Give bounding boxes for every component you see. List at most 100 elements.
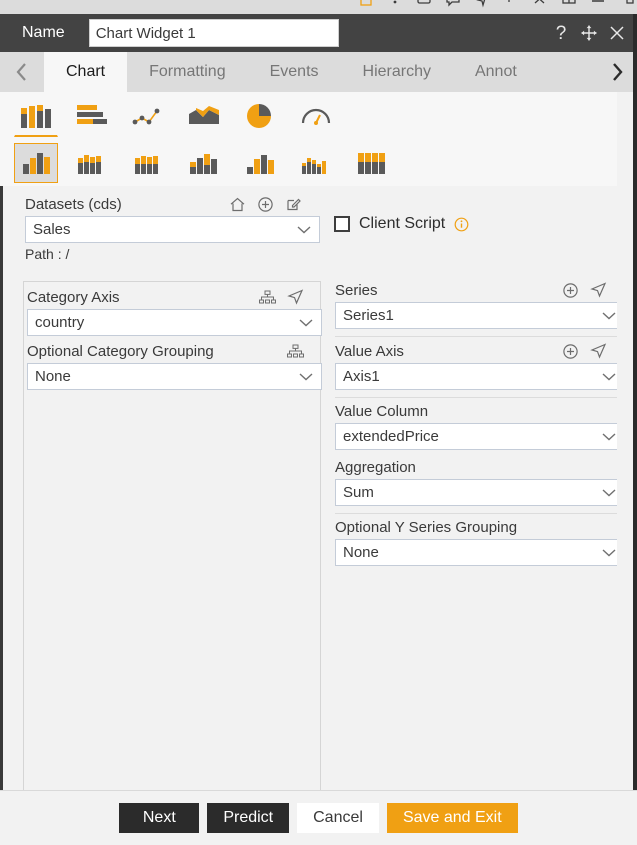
tabs-scroll-right-button[interactable] — [597, 52, 637, 92]
value-axis-select[interactable]: Axis1 — [335, 363, 625, 390]
small-multiples-column-icon[interactable] — [294, 143, 338, 183]
gauge-chart-icon[interactable] — [294, 96, 338, 136]
category-axis-label: Category Axis — [27, 288, 120, 306]
tabs-scroll-left-button[interactable] — [0, 52, 44, 92]
client-script-row: Client Script — [334, 215, 469, 233]
datasets-section: Datasets (cds) Sales Path: / — [3, 186, 327, 262]
tab-events[interactable]: Events — [248, 52, 341, 92]
save-exit-button[interactable]: Save and Exit — [386, 803, 518, 833]
widget-name-input[interactable] — [88, 19, 339, 47]
book-icon[interactable] — [561, 0, 577, 8]
category-axis-value: country — [35, 314, 85, 331]
hierarchy-icon[interactable] — [286, 342, 304, 360]
tab-chart[interactable]: Chart — [44, 52, 128, 92]
panel-icon[interactable] — [619, 0, 635, 8]
datasets-value: Sales — [33, 221, 71, 238]
navigate-icon[interactable] — [589, 342, 607, 360]
plus-circle-icon[interactable] — [561, 281, 579, 299]
scissors-icon[interactable] — [532, 0, 548, 8]
rectangle-icon[interactable] — [416, 0, 432, 8]
series-value: Series1 — [343, 307, 394, 324]
tab-hierarchy[interactable]: Hierarchy — [341, 52, 453, 92]
chevron-down-icon — [602, 488, 616, 497]
datasets-select[interactable]: Sales — [25, 216, 320, 243]
line-scatter-chart-icon[interactable] — [126, 96, 170, 136]
aggregation-select[interactable]: Sum — [335, 479, 625, 506]
datasets-label-row: Datasets (cds) — [25, 195, 320, 213]
image-icon[interactable] — [358, 0, 374, 8]
value-axis-label-row: Value Axis — [335, 342, 625, 360]
dialog-header: Name ? — [0, 14, 637, 52]
help-icon[interactable]: ? — [551, 22, 571, 44]
arrow-cursor-icon[interactable] — [474, 0, 490, 8]
chart-config-body: Datasets (cds) Sales Path: / Category A… — [0, 186, 637, 790]
series-select[interactable]: Series1 — [335, 302, 625, 329]
info-icon[interactable] — [454, 217, 469, 232]
mixed-column-icon[interactable] — [238, 143, 282, 183]
value-column-select[interactable]: extendedPrice — [335, 423, 625, 450]
chevron-down-icon — [602, 372, 616, 381]
full-stacked-column-icon[interactable] — [350, 143, 394, 183]
pie-chart-icon[interactable] — [238, 96, 282, 136]
datasets-label: Datasets (cds) — [25, 195, 122, 213]
callout-icon[interactable] — [445, 0, 461, 8]
aggregation-label-row: Aggregation — [335, 459, 625, 476]
bar-chart-icon[interactable] — [70, 96, 114, 136]
client-script-checkbox[interactable] — [334, 216, 350, 232]
hierarchy-icon[interactable] — [258, 288, 276, 306]
datasets-actions — [228, 195, 320, 213]
value-column-label-row: Value Column — [335, 403, 625, 420]
tab-list: Chart Formatting Events Hierarchy Annot — [44, 52, 637, 92]
y-grouping-select[interactable]: None — [335, 539, 625, 566]
value-column-label: Value Column — [335, 403, 429, 420]
value-axis-value: Axis1 — [343, 368, 380, 385]
column-chart-icon[interactable] — [14, 95, 58, 137]
y-grouping-label-row: Optional Y Series Grouping — [335, 519, 625, 536]
tab-annotations[interactable]: Annot — [453, 52, 539, 92]
category-grouping-label: Optional Category Grouping — [27, 342, 214, 360]
tab-label: Formatting — [149, 63, 226, 80]
stacked-column-100-icon[interactable] — [126, 143, 170, 183]
dot-icon[interactable] — [387, 0, 403, 8]
next-button[interactable]: Next — [119, 803, 200, 833]
move-icon[interactable] — [579, 22, 599, 44]
divider — [335, 336, 625, 337]
value-column-value: extendedPrice — [343, 428, 439, 445]
category-axis-select[interactable]: country — [27, 309, 322, 336]
series-section: Series Series1 Value Axis Axis1 Value Co… — [327, 186, 637, 566]
cancel-button[interactable]: Cancel — [297, 803, 379, 833]
series-actions — [561, 281, 625, 299]
value-axis-label: Value Axis — [335, 342, 404, 360]
divider — [335, 397, 625, 398]
home-icon[interactable] — [228, 195, 246, 213]
chevron-down-icon — [602, 548, 616, 557]
grouped-column-icon[interactable] — [182, 143, 226, 183]
plus-circle-icon[interactable] — [256, 195, 274, 213]
left-column: Datasets (cds) Sales Path: / Category A… — [0, 186, 327, 790]
series-label-row: Series — [335, 281, 625, 299]
category-axis-actions — [258, 288, 322, 306]
chevron-down-icon — [602, 432, 616, 441]
category-grouping-select[interactable]: None — [27, 363, 322, 390]
area-chart-icon[interactable] — [182, 96, 226, 136]
category-axis-card: Category Axis country Optional Category … — [23, 281, 322, 399]
value-axis-actions — [561, 342, 625, 360]
plus-circle-icon[interactable] — [561, 342, 579, 360]
navigate-icon[interactable] — [589, 281, 607, 299]
divider — [335, 513, 625, 514]
stacked-column-icon[interactable] — [70, 143, 114, 183]
tab-label: Annot — [474, 63, 517, 80]
chevron-down-icon — [299, 372, 313, 381]
tab-formatting[interactable]: Formatting — [127, 52, 247, 92]
pointer-icon[interactable] — [503, 0, 519, 8]
predict-button[interactable]: Predict — [207, 803, 290, 833]
clustered-column-icon[interactable] — [14, 143, 58, 183]
tab-label: Chart — [66, 63, 106, 80]
category-axis-label-row: Category Axis — [27, 288, 322, 306]
close-icon[interactable] — [607, 22, 627, 44]
edit-pencil-icon[interactable] — [284, 195, 302, 213]
navigate-icon[interactable] — [286, 288, 304, 306]
header-actions: ? — [551, 22, 629, 44]
lines-icon[interactable] — [590, 0, 606, 8]
tab-bar: Chart Formatting Events Hierarchy Annot — [0, 52, 637, 92]
